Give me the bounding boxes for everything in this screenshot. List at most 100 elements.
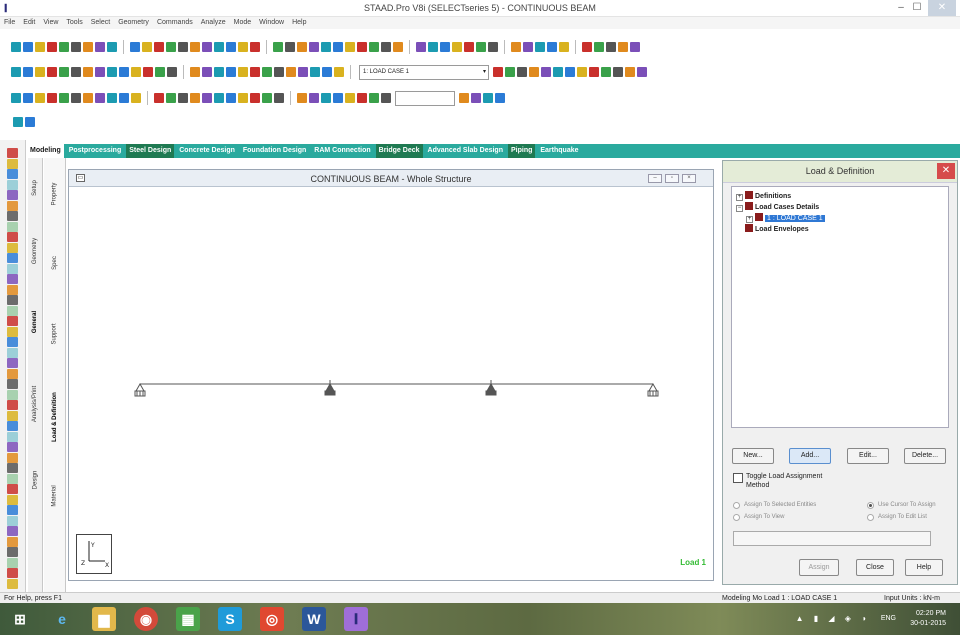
toolbar-tool-icon[interactable]	[565, 67, 575, 77]
left-tool-icon[interactable]	[7, 505, 18, 515]
toolbar-tool-icon[interactable]	[523, 42, 533, 52]
left-tool-icon[interactable]	[7, 557, 18, 568]
word-icon[interactable]: W	[302, 607, 326, 631]
file-explorer-icon[interactable]: ▆	[92, 607, 116, 631]
toolbar-tool-icon[interactable]	[25, 117, 35, 127]
toolbar-tool-icon[interactable]	[535, 42, 545, 52]
ribbon-tab-steel-design[interactable]: Steel Design	[126, 144, 175, 158]
left-tool-icon[interactable]	[7, 547, 18, 557]
toolbar-tool-icon[interactable]	[476, 42, 486, 52]
store-icon[interactable]: ▦	[176, 607, 200, 631]
language-indicator[interactable]: ENG	[881, 615, 896, 622]
media-player-icon[interactable]: ◎	[260, 607, 284, 631]
toolbar-tool-icon[interactable]	[310, 67, 320, 77]
add-button[interactable]: Add...	[789, 448, 831, 464]
left-tool-icon[interactable]	[7, 232, 18, 242]
toolbar-tool-icon[interactable]	[495, 93, 505, 103]
toolbar-tool-icon[interactable]	[273, 42, 283, 52]
toolbar-tool-icon[interactable]	[459, 93, 469, 103]
maximize-button[interactable]: ☐	[910, 0, 924, 16]
left-tool-icon[interactable]	[7, 242, 18, 253]
clock-time[interactable]: 02:20 PM	[916, 610, 946, 617]
menu-edit[interactable]: Edit	[19, 17, 39, 29]
toolbar-tool-icon[interactable]	[322, 67, 332, 77]
toolbar-tool-icon[interactable]	[618, 42, 628, 52]
menu-help[interactable]: Help	[288, 17, 310, 29]
toolbar-tool-icon[interactable]	[333, 93, 343, 103]
left-tool-icon[interactable]	[7, 200, 18, 211]
skype-icon[interactable]: S	[218, 607, 242, 631]
use-cursor-radio[interactable]	[867, 502, 874, 509]
menu-analyze[interactable]: Analyze	[197, 17, 230, 29]
toolbar-tool-icon[interactable]	[297, 93, 307, 103]
toolbar-tool-icon[interactable]	[309, 42, 319, 52]
toolbar-tool-icon[interactable]	[613, 67, 623, 77]
toolbar-tool-icon[interactable]	[428, 42, 438, 52]
left-tool-icon[interactable]	[7, 410, 18, 421]
left-tool-icon[interactable]	[7, 431, 18, 442]
toolbar-tool-icon[interactable]	[393, 42, 403, 52]
toolbar-tool-icon[interactable]	[488, 42, 498, 52]
side-tab-general[interactable]: General	[28, 286, 42, 358]
toolbar-tool-icon[interactable]	[606, 42, 616, 52]
view-combo[interactable]	[395, 90, 455, 106]
left-tool-icon[interactable]	[7, 179, 18, 190]
help-button[interactable]: Help	[905, 559, 943, 576]
toolbar-tool-icon[interactable]	[166, 42, 176, 52]
toolbar-tool-icon[interactable]	[202, 42, 212, 52]
toggle-load-checkbox[interactable]	[733, 473, 743, 483]
panel-close-button[interactable]: ✕	[937, 163, 955, 179]
toolbar-tool-icon[interactable]	[226, 67, 236, 77]
left-tool-icon[interactable]	[7, 211, 18, 221]
viewport-minimize-button[interactable]: –	[648, 174, 662, 183]
side-tab-load-definition[interactable]: Load & Definition	[44, 374, 65, 460]
toolbar-tool-icon[interactable]	[357, 93, 367, 103]
toolbar-tool-icon[interactable]	[589, 67, 599, 77]
minimize-button[interactable]: –	[894, 0, 908, 16]
tray-icons[interactable]: ▲ ▮ ◢ ◈ ◑	[796, 614, 870, 623]
toolbar-tool-icon[interactable]	[11, 93, 21, 103]
side-tab-spec[interactable]: Spec	[44, 232, 65, 294]
ribbon-tab-modeling[interactable]: Modeling	[27, 144, 64, 158]
toolbar-tool-icon[interactable]	[83, 93, 93, 103]
viewport-close-button[interactable]: ×	[682, 174, 696, 183]
toolbar-tool-icon[interactable]	[547, 42, 557, 52]
new-button[interactable]: New...	[732, 448, 774, 464]
left-tool-icon[interactable]	[7, 190, 18, 200]
toolbar-tool-icon[interactable]	[274, 67, 284, 77]
toolbar-tool-icon[interactable]	[130, 42, 140, 52]
support-1[interactable]	[134, 382, 146, 397]
toolbar-tool-icon[interactable]	[47, 93, 57, 103]
toolbar-tool-icon[interactable]	[95, 67, 105, 77]
viewport-maximize-button[interactable]: ▫	[665, 174, 679, 183]
toolbar-tool-icon[interactable]	[131, 93, 141, 103]
collapse-icon[interactable]: −	[736, 205, 743, 212]
toolbar-tool-icon[interactable]	[262, 93, 272, 103]
tree-node-definitions[interactable]: + Definitions	[736, 191, 791, 201]
load-case-combo[interactable]: 1: LOAD CASE 1 ▾	[359, 64, 489, 80]
toolbar-tool-icon[interactable]	[178, 42, 188, 52]
left-tool-icon[interactable]	[7, 158, 18, 169]
left-tool-icon[interactable]	[7, 442, 18, 452]
tree-node-load-envelopes[interactable]: +Load Envelopes	[736, 224, 809, 234]
toolbar-tool-icon[interactable]	[345, 93, 355, 103]
assign-view-radio[interactable]	[733, 514, 740, 521]
toolbar-tool-icon[interactable]	[226, 93, 236, 103]
staad-taskbar-icon[interactable]: 𝐈	[344, 607, 368, 631]
toolbar-tool-icon[interactable]	[333, 42, 343, 52]
left-tool-icon[interactable]	[7, 358, 18, 368]
toolbar-tool-icon[interactable]	[59, 42, 69, 52]
toolbar-tool-icon[interactable]	[155, 67, 165, 77]
menu-select[interactable]: Select	[87, 17, 114, 29]
toolbar-tool-icon[interactable]	[381, 42, 391, 52]
toolbar-tool-icon[interactable]	[214, 93, 224, 103]
toolbar-tool-icon[interactable]	[143, 67, 153, 77]
left-tool-icon[interactable]	[7, 452, 18, 463]
chrome-icon[interactable]: ◉	[134, 607, 158, 631]
ribbon-tab-postprocessing[interactable]: Postprocessing	[66, 144, 125, 158]
left-tool-icon[interactable]	[7, 305, 18, 316]
left-tool-icon[interactable]	[7, 515, 18, 526]
toolbar-tool-icon[interactable]	[511, 42, 521, 52]
toolbar-tool-icon[interactable]	[107, 67, 117, 77]
side-tab-support[interactable]: Support	[44, 298, 65, 370]
